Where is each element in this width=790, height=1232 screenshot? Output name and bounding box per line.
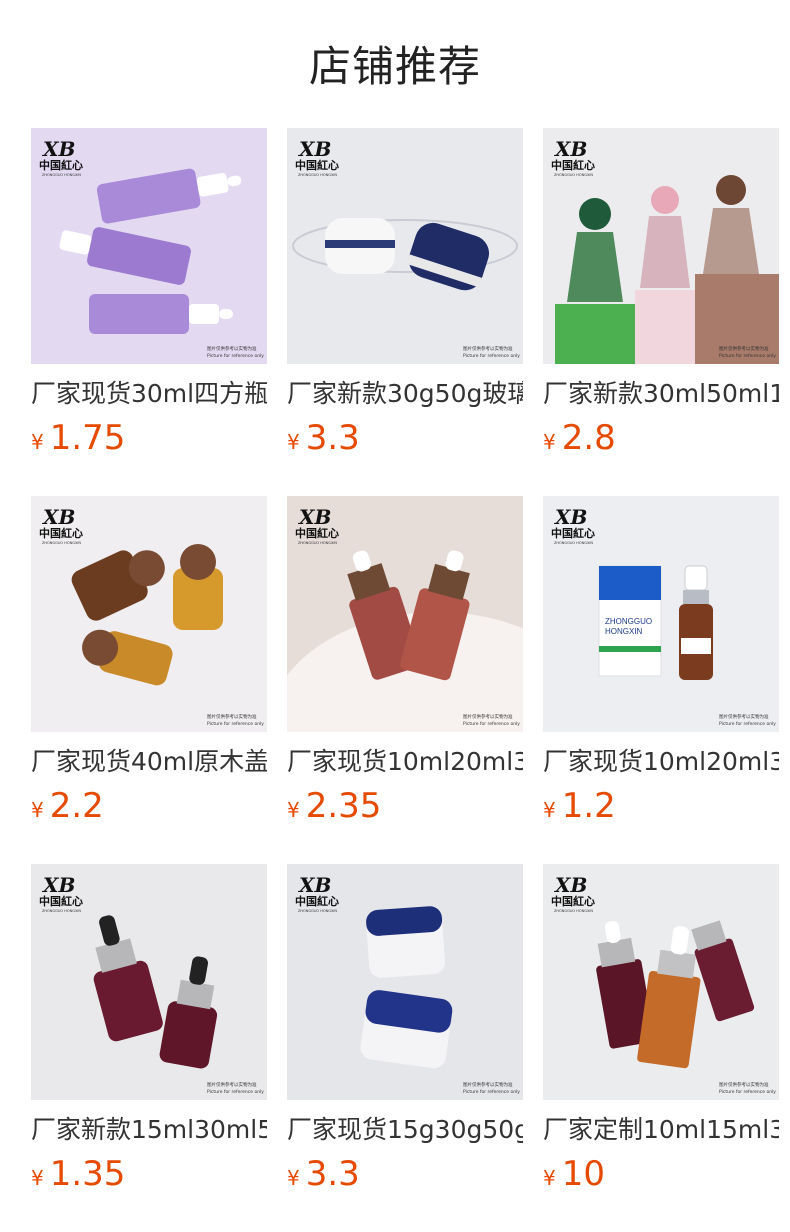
svg-text:图片仅供参考以实物为准: 图片仅供参考以实物为准 bbox=[207, 713, 257, 720]
product-name[interactable]: 厂家现货15g30g50g bbox=[287, 1114, 523, 1146]
svg-text:图片仅供参考以实物为准: 图片仅供参考以实物为准 bbox=[207, 1081, 257, 1088]
price-value: 10 bbox=[561, 1154, 605, 1194]
currency-symbol: ¥ bbox=[31, 798, 44, 822]
currency-symbol: ¥ bbox=[31, 1166, 44, 1190]
product-name[interactable]: 厂家现货30ml四方瓶 bbox=[31, 378, 267, 410]
svg-text:中国紅心: 中国紅心 bbox=[551, 894, 595, 908]
svg-text:Picture for reference only: Picture for reference only bbox=[463, 1089, 520, 1095]
gradient-ball-cap-bottles-image[interactable]: XB 中国紅心 ZHONGGUO HONGXIN 图片仅供参考以实物为准 Pic… bbox=[543, 128, 779, 364]
svg-text:Picture for reference only: Picture for reference only bbox=[463, 353, 520, 359]
currency-symbol: ¥ bbox=[543, 1166, 556, 1190]
page-title: 店铺推荐 bbox=[308, 42, 481, 91]
currency-symbol: ¥ bbox=[287, 430, 300, 454]
svg-text:ZHONGGUO HONGXIN: ZHONGGUO HONGXIN bbox=[42, 173, 81, 177]
svg-text:XB: XB bbox=[41, 873, 75, 897]
price-value: 1.35 bbox=[49, 1154, 126, 1194]
product-price: ¥2.35 bbox=[287, 786, 381, 826]
svg-text:中国紅心: 中国紅心 bbox=[551, 526, 595, 540]
product-price: ¥3.3 bbox=[287, 1154, 360, 1194]
svg-text:ZHONGGUO HONGXIN: ZHONGGUO HONGXIN bbox=[42, 909, 81, 913]
price-value: 2.2 bbox=[49, 786, 104, 826]
product-price: ¥2.2 bbox=[31, 786, 104, 826]
svg-text:Picture for reference only: Picture for reference only bbox=[207, 721, 264, 727]
svg-text:图片仅供参考以实物为准: 图片仅供参考以实物为准 bbox=[719, 345, 769, 352]
purple-dropper-bottles-image[interactable]: XB 中国紅心 ZHONGGUO HONGXIN 图片仅供参考以实物为准 Pic… bbox=[31, 128, 267, 364]
white-navy-cream-jars-image[interactable]: XB 中国紅心 ZHONGGUO HONGXIN 图片仅供参考以实物为准 Pic… bbox=[287, 128, 523, 364]
svg-text:图片仅供参考以实物为准: 图片仅供参考以实物为准 bbox=[463, 1081, 513, 1088]
product-price: ¥3.3 bbox=[287, 418, 360, 458]
product-name[interactable]: 厂家现货10ml20ml3 bbox=[543, 746, 779, 778]
svg-text:图片仅供参考以实物为准: 图片仅供参考以实物为准 bbox=[463, 345, 513, 352]
svg-text:HONGXIN: HONGXIN bbox=[605, 627, 643, 636]
svg-text:中国紅心: 中国紅心 bbox=[39, 158, 83, 172]
svg-text:XB: XB bbox=[41, 505, 75, 529]
svg-text:中国紅心: 中国紅心 bbox=[39, 526, 83, 540]
product-price: ¥1.35 bbox=[31, 1154, 125, 1194]
svg-text:XB: XB bbox=[553, 505, 587, 529]
svg-text:图片仅供参考以实物为准: 图片仅供参考以实物为准 bbox=[463, 713, 513, 720]
product-name[interactable]: 厂家新款30ml50ml1 bbox=[543, 378, 779, 410]
product-price: ¥10 bbox=[543, 1154, 605, 1194]
svg-text:ZHONGGUO HONGXIN: ZHONGGUO HONGXIN bbox=[554, 909, 593, 913]
currency-symbol: ¥ bbox=[31, 430, 44, 454]
product-price: ¥1.2 bbox=[543, 786, 616, 826]
product-name[interactable]: 厂家新款30g50g玻璃 bbox=[287, 378, 523, 410]
svg-text:ZHONGGUO: ZHONGGUO bbox=[605, 617, 652, 626]
price-value: 2.8 bbox=[561, 418, 616, 458]
svg-text:Picture for reference only: Picture for reference only bbox=[207, 353, 264, 359]
burgundy-dropper-bottles-image[interactable]: XB 中国紅心 ZHONGGUO HONGXIN 图片仅供参考以实物为准 Pic… bbox=[31, 864, 267, 1100]
product-name[interactable]: 厂家现货10ml20ml3 bbox=[287, 746, 523, 778]
svg-text:中国紅心: 中国紅心 bbox=[295, 526, 339, 540]
svg-text:ZHONGGUO HONGXIN: ZHONGGUO HONGXIN bbox=[298, 541, 337, 545]
rose-wood-dropper-bottles-image[interactable]: XB 中国紅心 ZHONGGUO HONGXIN 图片仅供参考以实物为准 Pic… bbox=[287, 496, 523, 732]
box-and-pump-bottle-image[interactable]: ZHONGGUO HONGXIN XB 中国紅心 ZHONGGUO HONGXI… bbox=[543, 496, 779, 732]
svg-text:Picture for reference only: Picture for reference only bbox=[207, 1089, 264, 1095]
price-value: 2.35 bbox=[305, 786, 382, 826]
svg-text:ZHONGGUO HONGXIN: ZHONGGUO HONGXIN bbox=[298, 173, 337, 177]
svg-text:ZHONGGUO HONGXIN: ZHONGGUO HONGXIN bbox=[554, 541, 593, 545]
price-value: 1.75 bbox=[49, 418, 126, 458]
currency-symbol: ¥ bbox=[287, 1166, 300, 1190]
price-value: 1.2 bbox=[561, 786, 616, 826]
svg-text:中国紅心: 中国紅心 bbox=[295, 894, 339, 908]
product-price: ¥2.8 bbox=[543, 418, 616, 458]
svg-text:XB: XB bbox=[297, 137, 331, 161]
svg-text:图片仅供参考以实物为准: 图片仅供参考以实物为准 bbox=[207, 345, 257, 352]
product-price: ¥1.75 bbox=[31, 418, 125, 458]
svg-text:XB: XB bbox=[553, 137, 587, 161]
price-value: 3.3 bbox=[305, 418, 360, 458]
svg-text:中国紅心: 中国紅心 bbox=[295, 158, 339, 172]
product-name[interactable]: 厂家新款15ml30ml5 bbox=[31, 1114, 267, 1146]
svg-text:ZHONGGUO HONGXIN: ZHONGGUO HONGXIN bbox=[298, 909, 337, 913]
svg-text:中国紅心: 中国紅心 bbox=[39, 894, 83, 908]
currency-symbol: ¥ bbox=[543, 430, 556, 454]
blue-lid-cream-jars-image[interactable]: XB 中国紅心 ZHONGGUO HONGXIN 图片仅供参考以实物为准 Pic… bbox=[287, 864, 523, 1100]
svg-text:XB: XB bbox=[41, 137, 75, 161]
price-value: 3.3 bbox=[305, 1154, 360, 1194]
svg-text:图片仅供参考以实物为准: 图片仅供参考以实物为准 bbox=[719, 1081, 769, 1088]
svg-text:Picture for reference only: Picture for reference only bbox=[719, 1089, 776, 1095]
svg-text:图片仅供参考以实物为准: 图片仅供参考以实物为准 bbox=[719, 713, 769, 720]
product-name[interactable]: 厂家定制10ml15ml3 bbox=[543, 1114, 779, 1146]
svg-text:XB: XB bbox=[553, 873, 587, 897]
amber-wood-cap-bottles-image[interactable]: XB 中国紅心 ZHONGGUO HONGXIN 图片仅供参考以实物为准 Pic… bbox=[31, 496, 267, 732]
product-name[interactable]: 厂家现货40ml原木盖 bbox=[31, 746, 267, 778]
svg-text:XB: XB bbox=[297, 873, 331, 897]
svg-text:Picture for reference only: Picture for reference only bbox=[463, 721, 520, 727]
svg-text:中国紅心: 中国紅心 bbox=[551, 158, 595, 172]
currency-symbol: ¥ bbox=[287, 798, 300, 822]
currency-symbol: ¥ bbox=[543, 798, 556, 822]
svg-text:ZHONGGUO HONGXIN: ZHONGGUO HONGXIN bbox=[42, 541, 81, 545]
svg-text:ZHONGGUO HONGXIN: ZHONGGUO HONGXIN bbox=[554, 173, 593, 177]
svg-text:Picture for reference only: Picture for reference only bbox=[719, 721, 776, 727]
svg-text:XB: XB bbox=[297, 505, 331, 529]
burgundy-amber-droppers-image[interactable]: XB 中国紅心 ZHONGGUO HONGXIN 图片仅供参考以实物为准 Pic… bbox=[543, 864, 779, 1100]
svg-text:Picture for reference only: Picture for reference only bbox=[719, 353, 776, 359]
